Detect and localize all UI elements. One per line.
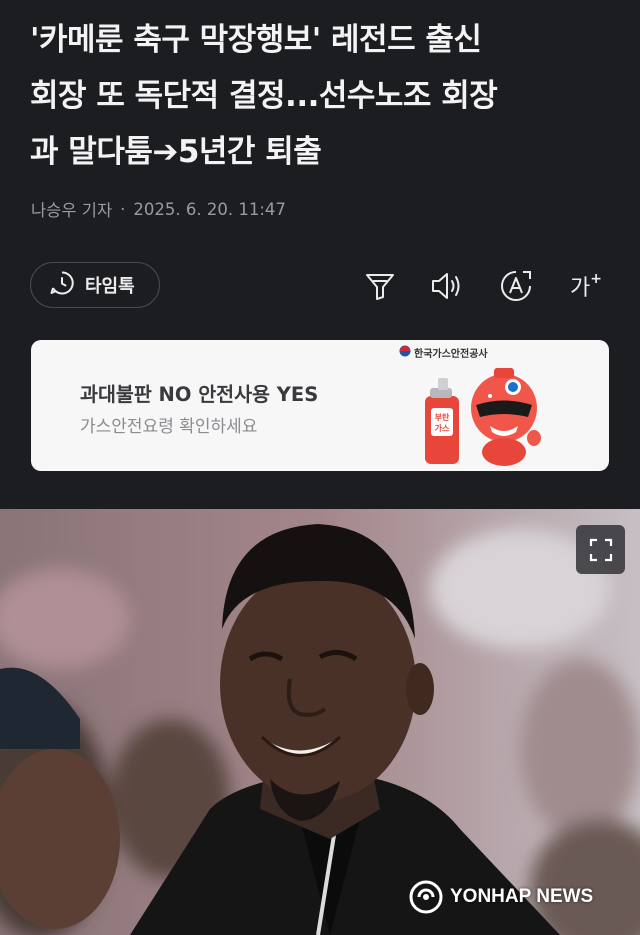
yonhap-logo-icon xyxy=(409,880,443,914)
article-toolbar: 타임톡 가 + xyxy=(30,262,610,312)
ad-title: 과대불판 NO 안전사용 YES xyxy=(80,383,319,406)
reporter-name[interactable]: 나승우 기자 xyxy=(31,197,112,221)
translate-icon[interactable] xyxy=(498,268,534,304)
svg-text:가스: 가스 xyxy=(435,423,450,433)
speaker-icon[interactable] xyxy=(430,268,466,304)
article-byline: 나승우 기자 · 2025. 6. 20. 11:47 xyxy=(31,197,286,221)
article-headline: '카메룬 축구 막장행보' 레전드 출신 회장 또 독단적 결정...선수노조 … xyxy=(30,22,498,170)
font-size-icon[interactable]: 가 + xyxy=(566,268,606,304)
ad-subtitle: 가스안전요령 확인하세요 xyxy=(80,417,258,437)
ad-brand-name: 한국가스안전공사 xyxy=(414,349,488,360)
yonhap-watermark: YONHAP NEWS xyxy=(408,879,593,915)
watermark-text: YONHAP NEWS xyxy=(450,886,594,907)
expand-icon xyxy=(589,538,612,561)
plus-icon: + xyxy=(590,271,602,287)
fullscreen-button[interactable] xyxy=(576,525,625,574)
ad-banner[interactable]: 한국가스안전공사 과대불판 NO 안전사용 YES 가스안전요령 확인하세요 부… xyxy=(31,340,609,471)
gas-mascot-illustration: 부탄 가스 xyxy=(425,368,541,466)
ad-brand: 한국가스안전공사 xyxy=(399,345,488,360)
kgs-logo-icon xyxy=(399,345,411,360)
portrait-image xyxy=(0,509,640,935)
clock-icon xyxy=(49,270,75,301)
svg-text:부탄: 부탄 xyxy=(435,412,450,422)
filter-icon[interactable] xyxy=(362,268,398,304)
article-photo[interactable]: YONHAP NEWS xyxy=(0,509,640,935)
publish-date: 2025. 6. 20. 11:47 xyxy=(133,199,286,219)
timetalk-label: 타임톡 xyxy=(85,276,135,297)
timetalk-button[interactable]: 타임톡 xyxy=(30,262,160,308)
byline-separator: · xyxy=(120,199,126,219)
font-size-glyph: 가 xyxy=(570,276,591,301)
